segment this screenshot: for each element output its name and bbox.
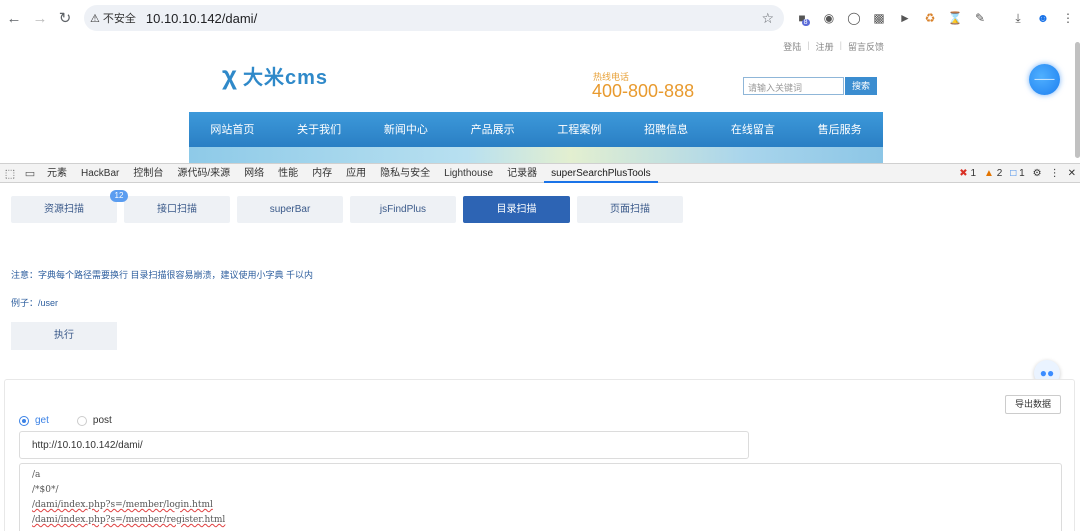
more-options-icon[interactable]: ⋮ — [1050, 168, 1060, 179]
tab-network[interactable]: 网络 — [237, 164, 271, 183]
security-warning[interactable]: ⚠ 不安全 — [90, 10, 136, 26]
extension-icon[interactable]: ◯ — [845, 9, 863, 27]
site-logo[interactable]: χ 大米cms — [222, 60, 328, 91]
tab-hackbar[interactable]: HackBar — [74, 164, 126, 183]
tab-sources[interactable]: 源代码/来源 — [170, 164, 237, 183]
forward-icon[interactable]: → — [26, 4, 54, 32]
api-scan-button[interactable]: 接口扫描 — [124, 196, 230, 223]
radio-get-label[interactable]: get — [35, 415, 49, 426]
device-toolbar-icon[interactable]: ▭ — [20, 167, 40, 180]
extension-icon[interactable]: ■ 8 — [795, 9, 813, 27]
tab-lighthouse[interactable]: Lighthouse — [437, 164, 500, 183]
method-radio-group: get post — [19, 415, 112, 426]
superbar-button[interactable]: superBar — [237, 196, 343, 223]
error-count[interactable]: ✖ 1 — [959, 168, 976, 179]
directory-scan-button[interactable]: 目录扫描 — [463, 196, 570, 223]
dict-line: /*$0*/ — [32, 485, 59, 495]
site-nav: 网站首页 关于我们 新闻中心 产品展示 工程案例 招聘信息 在线留言 售后服务 — [189, 112, 883, 147]
url-text[interactable]: 10.10.10.142/dami/ — [146, 11, 257, 26]
extension-icon[interactable]: ◉ — [820, 9, 838, 27]
warning-count[interactable]: ▲ 2 — [984, 168, 1002, 179]
tab-supersearch[interactable]: superSearchPlusTools — [544, 164, 658, 183]
nav-item-products[interactable]: 产品展示 — [449, 112, 536, 147]
radio-post[interactable] — [76, 415, 87, 426]
login-link[interactable]: 登陆 — [783, 40, 801, 53]
extension-icon[interactable]: ► — [896, 9, 914, 27]
jsfindplus-button[interactable]: jsFindPlus — [350, 196, 456, 223]
dict-line: /dami/index.php?s=/member/register.html — [32, 515, 226, 525]
nav-item-jobs[interactable]: 招聘信息 — [623, 112, 710, 147]
supersearch-panel: 资源扫描 接口扫描 12 superBar jsFindPlus 目录扫描 页面… — [0, 184, 1080, 531]
export-data-button[interactable]: 导出数据 — [1005, 395, 1061, 414]
inspect-icon[interactable]: ⬚ — [0, 167, 20, 180]
devtools-tabbar: ⬚ ▭ 元素 HackBar 控制台 源代码/来源 网络 性能 内存 应用 隐私… — [0, 163, 1080, 183]
tab-privacy[interactable]: 隐私与安全 — [373, 164, 437, 183]
devtools-status: ✖ 1 ▲ 2 □ 1 ⚙ ⋮ ✕ — [959, 164, 1076, 183]
hotline-number: 400-800-888 — [592, 81, 695, 101]
warning-icon: ⚠ — [90, 12, 100, 25]
extension-icon[interactable]: ▩ — [870, 9, 888, 27]
tab-recorder[interactable]: 记录器 — [500, 164, 544, 183]
extension-icon[interactable]: ⌛ — [946, 9, 964, 27]
browser-toolbar: ← → ↻ ⚠ 不安全 10.10.10.142/dami/ ☆ ■ 8 ◉ ◯ … — [0, 0, 1080, 36]
dict-line: /a — [32, 470, 41, 480]
top-links: 登陆 | 注册 | 留言反馈 — [783, 40, 884, 53]
tab-elements[interactable]: 元素 — [40, 164, 74, 183]
puzzle-icon[interactable]: ✎ — [971, 9, 989, 27]
webpage-viewport: 登陆 | 注册 | 留言反馈 χ 大米cms 热线电话 400-800-888 … — [0, 36, 1080, 163]
extension-icon[interactable]: ♻ — [921, 9, 939, 27]
page-scan-button[interactable]: 页面扫描 — [577, 196, 683, 223]
page-scrollbar[interactable] — [1074, 36, 1080, 163]
register-link[interactable]: 注册 — [816, 40, 834, 53]
radio-post-label[interactable]: post — [93, 415, 112, 426]
nav-item-message[interactable]: 在线留言 — [710, 112, 797, 147]
target-url-input[interactable]: http://10.10.10.142/dami/ — [19, 431, 749, 459]
message-count[interactable]: □ 1 — [1010, 168, 1024, 179]
site-search-input[interactable]: 请输入关键词 — [743, 77, 844, 95]
api-scan-count-badge: 12 — [110, 190, 128, 202]
settings-gear-icon[interactable]: ⚙ — [1033, 168, 1042, 179]
tab-console[interactable]: 控制台 — [126, 164, 170, 183]
dict-line: /dami/index.php?s=/member/login.html — [32, 500, 213, 510]
bookmark-star-icon[interactable]: ☆ — [761, 10, 774, 27]
nav-item-news[interactable]: 新闻中心 — [363, 112, 450, 147]
dictionary-textarea[interactable]: /a /*$0*/ /dami/index.php?s=/member/logi… — [19, 463, 1062, 531]
nav-item-about[interactable]: 关于我们 — [276, 112, 363, 147]
resource-scan-button[interactable]: 资源扫描 — [11, 196, 117, 223]
menu-icon[interactable]: ⋮ — [1059, 9, 1077, 27]
profile-icon[interactable]: ☻ — [1034, 9, 1052, 27]
download-icon[interactable]: ⤓ — [1009, 9, 1027, 27]
back-icon[interactable]: ← — [0, 4, 28, 32]
reload-icon[interactable]: ↻ — [51, 4, 79, 32]
radio-get[interactable] — [19, 415, 29, 426]
site-search-button[interactable]: 搜索 — [845, 77, 877, 95]
close-devtools-icon[interactable]: ✕ — [1068, 168, 1076, 179]
tab-memory[interactable]: 内存 — [305, 164, 339, 183]
address-bar[interactable]: ⚠ 不安全 10.10.10.142/dami/ ☆ — [84, 5, 784, 31]
usage-note: 注意：字典每个路径需要换行 目录扫描很容易崩溃，建议使用小字典 千以内 — [11, 270, 314, 280]
execute-button[interactable]: 执行 — [11, 322, 117, 350]
nav-item-cases[interactable]: 工程案例 — [536, 112, 623, 147]
tab-performance[interactable]: 性能 — [271, 164, 305, 183]
floating-assistant-icon[interactable]: —— — [1029, 64, 1060, 95]
feedback-link[interactable]: 留言反馈 — [848, 40, 884, 53]
nav-item-service[interactable]: 售后服务 — [796, 112, 883, 147]
tab-application[interactable]: 应用 — [339, 164, 373, 183]
scan-config-card: 导出数据 get post http://10.10.10.142/dami/ … — [4, 379, 1075, 531]
site-banner — [189, 147, 883, 163]
usage-example: 例子：/user — [11, 298, 59, 308]
logo-icon: χ — [222, 60, 237, 90]
nav-item-home[interactable]: 网站首页 — [189, 112, 276, 147]
